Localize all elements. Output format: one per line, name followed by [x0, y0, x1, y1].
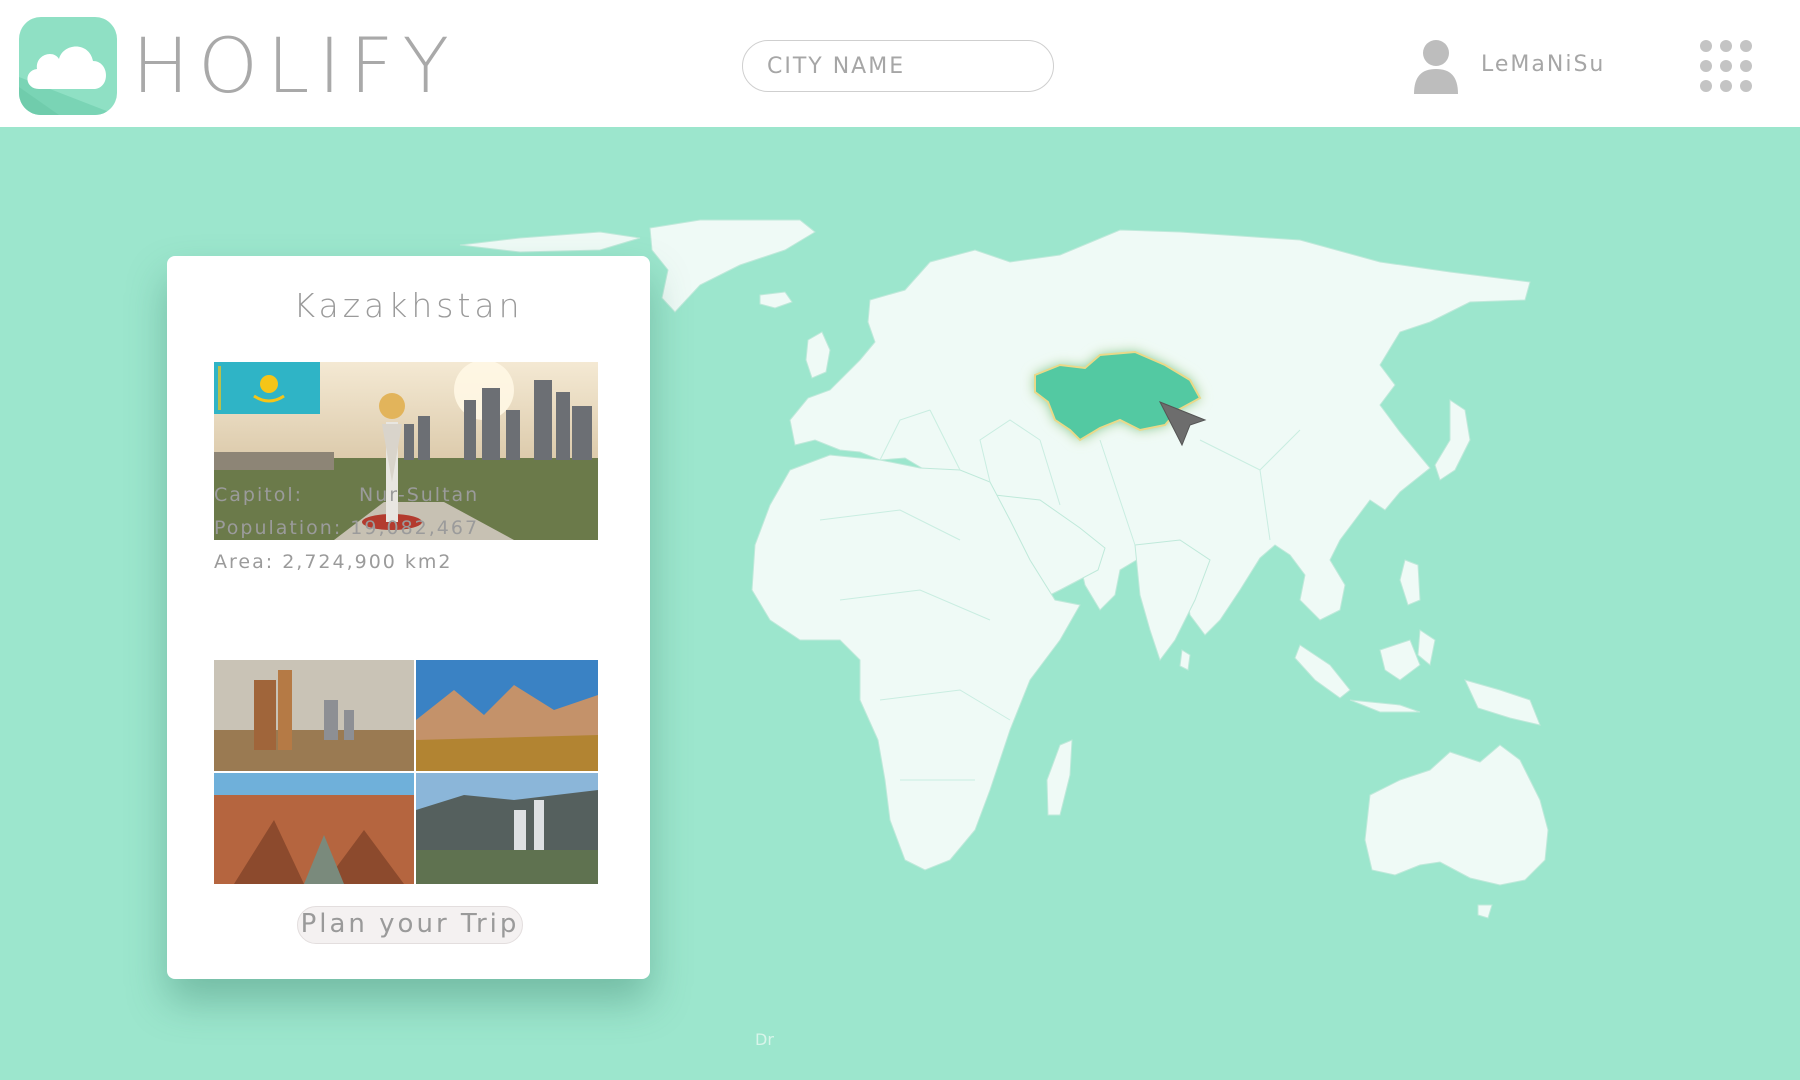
philippines-islands[interactable] — [1399, 559, 1421, 606]
indonesia-islands[interactable] — [1294, 629, 1436, 713]
user-icon[interactable] — [1412, 38, 1460, 94]
username-label[interactable]: LeMaNiSu — [1481, 52, 1605, 77]
gallery-photo-city[interactable] — [214, 660, 414, 771]
capitol-value: Nur-Sultan — [359, 484, 480, 506]
iceland-landmass[interactable] — [759, 291, 793, 309]
gallery-photo-mountains[interactable] — [416, 660, 598, 771]
area-value: 2,724,900 km2 — [282, 551, 453, 573]
australia-landmass[interactable] — [1364, 744, 1549, 886]
plan-trip-button[interactable]: Plan your Trip — [297, 906, 523, 944]
japan-islands[interactable] — [1434, 399, 1471, 481]
capital-city-photo — [214, 362, 598, 540]
new-guinea-landmass[interactable] — [1464, 679, 1541, 726]
grid-dots-icon[interactable] — [1698, 38, 1754, 94]
population-row: Population: 19,082,467 — [214, 517, 479, 539]
sri-lanka-landmass[interactable] — [1179, 649, 1191, 671]
country-title: Kazakhstan — [293, 286, 524, 325]
area-label: Area: — [214, 551, 275, 573]
country-info-card: Kazakhstan Capitol: Nur-Sultan Populatio… — [167, 256, 650, 979]
population-value: 19,082,467 — [350, 517, 480, 539]
cloud-icon[interactable] — [19, 17, 117, 115]
greenland-landmass[interactable] — [649, 219, 816, 313]
gallery-photo-canyon[interactable] — [214, 773, 414, 884]
population-label: Population: — [214, 517, 343, 539]
gallery-photo-almaty[interactable] — [416, 773, 598, 884]
great-britain-landmass[interactable] — [805, 331, 831, 379]
area-row: Area: 2,724,900 km2 — [214, 551, 453, 573]
map-credit: Dr — [755, 1030, 774, 1049]
city-search-box[interactable] — [742, 40, 1054, 92]
photo-gallery — [214, 660, 598, 884]
app-logo-text[interactable]: HOLIFY — [132, 20, 458, 112]
madagascar-landmass[interactable] — [1046, 739, 1073, 816]
city-search-input[interactable] — [765, 41, 1029, 91]
tasmania-landmass[interactable] — [1477, 904, 1493, 919]
top-bar: HOLIFY LeMaNiSu — [0, 0, 1800, 127]
capitol-label: Capitol: — [214, 484, 304, 506]
capitol-row: Capitol: Nur-Sultan — [214, 484, 479, 506]
arctic-islands — [459, 231, 641, 253]
